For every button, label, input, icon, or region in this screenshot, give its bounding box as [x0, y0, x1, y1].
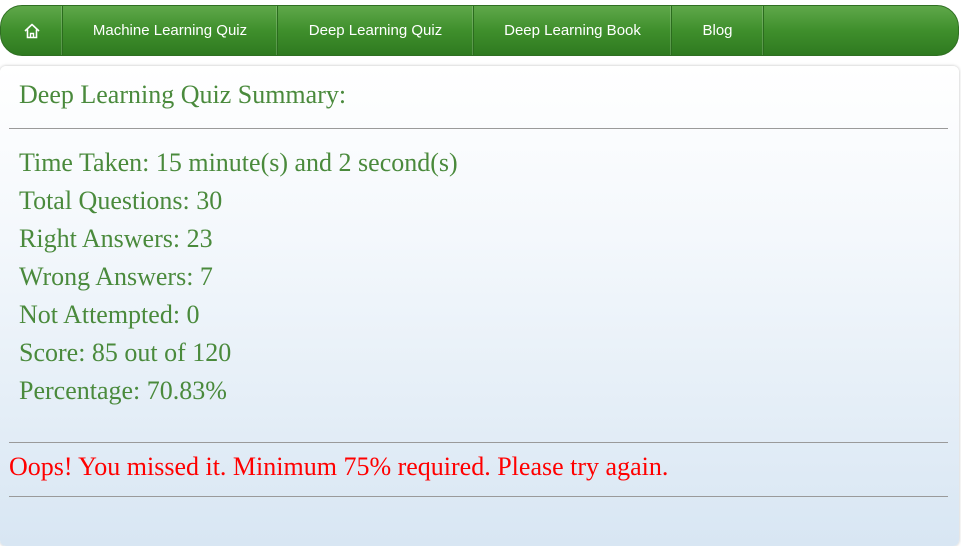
wrong-answers: Wrong Answers: 7 [19, 262, 213, 291]
total-questions: Total Questions: 30 [19, 186, 223, 215]
result-message: Oops! You missed it. Minimum 75% require… [9, 452, 669, 481]
nav-machine-learning-quiz[interactable]: Machine Learning Quiz [63, 6, 278, 55]
score: Score: 85 out of 120 [19, 338, 232, 367]
nav-home-button[interactable] [1, 6, 63, 55]
percentage: Percentage: 70.83% [19, 376, 227, 405]
right-answers: Right Answers: 23 [19, 224, 213, 253]
divider [9, 496, 948, 497]
top-navbar: Machine Learning Quiz Deep Learning Quiz… [0, 5, 959, 56]
summary-stats: Time Taken: 15 minute(s) and 2 second(s)… [19, 144, 458, 410]
not-attempted: Not Attempted: 0 [19, 300, 200, 329]
nav-blog[interactable]: Blog [672, 6, 764, 55]
quiz-summary-panel: Deep Learning Quiz Summary: Time Taken: … [0, 66, 959, 546]
time-taken: Time Taken: 15 minute(s) and 2 second(s) [19, 148, 458, 177]
nav-deep-learning-quiz[interactable]: Deep Learning Quiz [278, 6, 474, 55]
home-icon [23, 22, 41, 40]
divider [9, 442, 948, 443]
summary-title: Deep Learning Quiz Summary: [19, 80, 347, 109]
divider [9, 128, 948, 129]
nav-deep-learning-book[interactable]: Deep Learning Book [474, 6, 672, 55]
